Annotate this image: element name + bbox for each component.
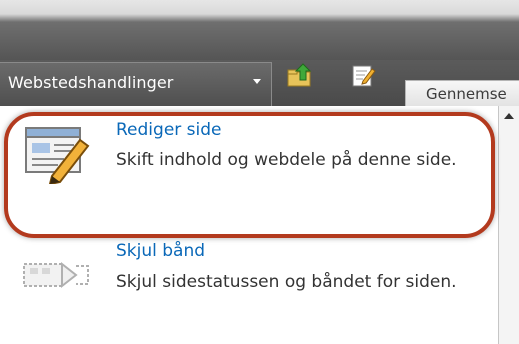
chevron-down-icon [253, 79, 261, 84]
tab-browse-label: Gennemse [426, 85, 507, 103]
caret-up-icon [504, 113, 514, 119]
edit-page-icon[interactable] [350, 62, 378, 90]
hide-ribbon-icon [22, 254, 92, 294]
highlight-annotation [4, 112, 495, 238]
tab-browse[interactable]: Gennemse [405, 80, 519, 106]
site-actions-menu-button[interactable]: Webstedshandlinger [0, 62, 272, 106]
menu-item-description: Skjul sidestatussen og båndet for siden. [116, 272, 457, 292]
page-background-strip [498, 106, 519, 344]
site-actions-label: Webstedshandlinger [8, 73, 174, 92]
navigate-up-icon[interactable] [286, 62, 314, 90]
menu-item-title: Skjul bånd [116, 241, 206, 261]
top-header-band [0, 0, 519, 60]
